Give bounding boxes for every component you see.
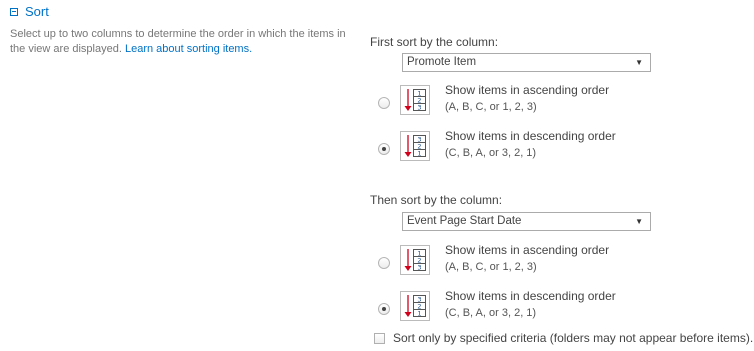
first-sort-descending-radio[interactable] [378,143,390,155]
section-header[interactable]: Sort [10,4,49,19]
first-sort-ascending-detail: (A, B, C, or 1, 2, 3) [445,101,537,113]
sort-descending-icon: 3 2 1 [400,131,430,161]
learn-about-sorting-link[interactable]: Learn about sorting items. [125,43,252,55]
second-sort-descending-detail: (C, B, A, or 3, 2, 1) [445,307,537,319]
sort-specified-criteria-checkbox[interactable] [374,332,385,344]
section-description: Select up to two columns to determine th… [10,27,355,57]
dropdown-arrow-icon[interactable]: ▼ [635,54,643,71]
first-sort-descending-option[interactable]: 3 2 1 Show items in descending order (C,… [370,129,750,169]
second-sort-label: Then sort by the column: [370,193,503,207]
second-sort-ascending-option[interactable]: 1 2 3 Show items in ascending order (A, … [370,243,750,283]
first-sort-select[interactable]: Promote Item ▼ [402,53,651,72]
first-sort-ascending-title: Show items in ascending order [445,83,610,97]
first-sort-label: First sort by the column: [370,35,499,49]
sort-ascending-icon: 1 2 3 [400,245,430,275]
second-sort-selected-value: Event Page Start Date [407,215,522,227]
sort-settings-page: Sort Select up to two columns to determi… [0,0,754,351]
first-sort-descending-title: Show items in descending order [445,129,616,143]
svg-text:3: 3 [417,104,421,112]
second-sort-descending-radio[interactable] [378,303,390,315]
sort-specified-criteria-row[interactable]: Sort only by specified criteria (folders… [374,331,753,345]
svg-text:3: 3 [417,264,421,272]
second-sort-descending-title: Show items in descending order [445,289,616,303]
second-sort-descending-option[interactable]: 3 2 1 Show items in descending order (C,… [370,289,750,329]
svg-text:1: 1 [417,310,421,318]
first-sort-ascending-radio[interactable] [378,97,390,109]
sort-descending-icon: 3 2 1 [400,291,430,321]
first-sort-ascending-option[interactable]: 1 2 3 Show items in ascending order (A, … [370,83,750,123]
second-sort-ascending-radio[interactable] [378,257,390,269]
first-sort-descending-detail: (C, B, A, or 3, 2, 1) [445,147,537,159]
svg-text:1: 1 [417,150,421,158]
sort-specified-criteria-label: Sort only by specified criteria (folders… [393,331,754,345]
first-sort-selected-value: Promote Item [407,56,477,68]
collapse-icon[interactable] [10,7,18,16]
dropdown-arrow-icon[interactable]: ▼ [635,213,643,230]
sort-ascending-icon: 1 2 3 [400,85,430,115]
second-sort-ascending-title: Show items in ascending order [445,243,610,257]
second-sort-select[interactable]: Event Page Start Date ▼ [402,212,651,231]
second-sort-ascending-detail: (A, B, C, or 1, 2, 3) [445,261,537,273]
section-title[interactable]: Sort [25,4,49,19]
